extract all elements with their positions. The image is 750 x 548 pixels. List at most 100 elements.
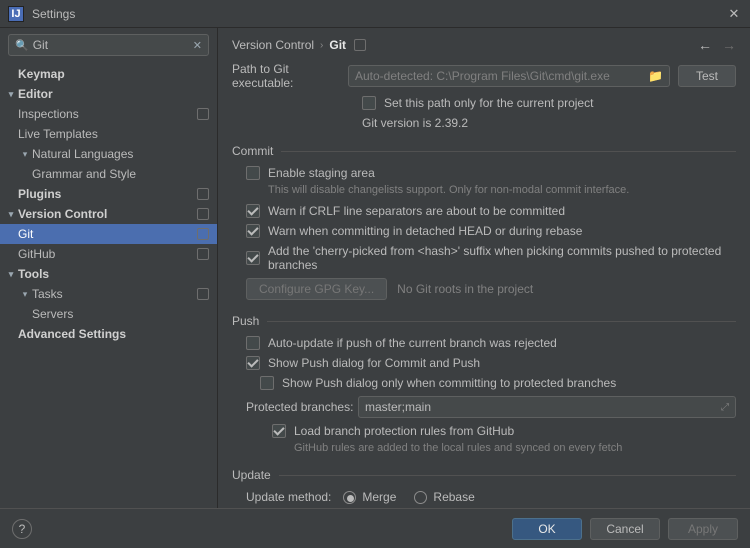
breadcrumb-parent[interactable]: Version Control — [232, 38, 314, 52]
tree-item-label: Advanced Settings — [18, 327, 209, 341]
title-bar: IJ Settings ✕ — [0, 0, 750, 28]
cherry-suffix-label: Add the 'cherry-picked from <hash>' suff… — [268, 244, 736, 272]
show-push-protected-checkbox[interactable] — [260, 376, 274, 390]
commit-section-header: Commit — [232, 144, 273, 158]
tree-item-advanced-settings[interactable]: Advanced Settings — [0, 324, 217, 344]
load-rules-label: Load branch protection rules from GitHub — [294, 424, 514, 438]
enable-staging-help: This will disable changelists support. O… — [232, 184, 736, 196]
configure-gpg-button[interactable]: Configure GPG Key... — [246, 278, 387, 300]
set-path-project-checkbox[interactable] — [362, 96, 376, 110]
settings-panel: Path to Git executable: Auto-detected: C… — [218, 62, 750, 508]
nav-back-icon[interactable]: ← — [698, 37, 712, 53]
tree-item-label: Inspections — [18, 107, 193, 121]
chevron-down-icon[interactable]: ▾ — [18, 289, 32, 300]
project-scope-icon — [197, 228, 209, 240]
tree-item-plugins[interactable]: Plugins — [0, 184, 217, 204]
warn-detached-checkbox[interactable] — [246, 224, 260, 238]
settings-sidebar: 🔍 ✕ Keymap▾EditorInspectionsLive Templat… — [0, 28, 218, 508]
tree-item-servers[interactable]: Servers — [0, 304, 217, 324]
clear-search-icon[interactable]: ✕ — [193, 39, 202, 52]
load-rules-checkbox[interactable] — [272, 424, 286, 438]
test-button[interactable]: Test — [678, 65, 736, 87]
protected-branches-input[interactable]: master;main ⤢ — [358, 396, 736, 418]
apply-button[interactable]: Apply — [668, 518, 738, 540]
tree-item-inspections[interactable]: Inspections — [0, 104, 217, 124]
search-icon: 🔍 — [15, 39, 29, 52]
cherry-suffix-checkbox[interactable] — [246, 251, 260, 265]
tree-item-label: Tools — [18, 267, 209, 281]
nav-forward-icon: → — [722, 37, 736, 53]
tree-item-label: GitHub — [18, 247, 193, 261]
dialog-footer: ? OK Cancel Apply — [0, 508, 750, 548]
tree-item-label: Plugins — [18, 187, 193, 201]
chevron-right-icon: › — [320, 40, 323, 51]
load-rules-help: GitHub rules are added to the local rule… — [232, 442, 736, 454]
project-scope-icon — [197, 108, 209, 120]
cancel-button[interactable]: Cancel — [590, 518, 660, 540]
show-push-protected-label: Show Push dialog only when committing to… — [282, 376, 616, 390]
update-section-header: Update — [232, 468, 271, 482]
no-git-roots-text: No Git roots in the project — [397, 282, 533, 296]
warn-crlf-checkbox[interactable] — [246, 204, 260, 218]
project-scope-icon — [197, 288, 209, 300]
tree-item-tasks[interactable]: ▾Tasks — [0, 284, 217, 304]
protected-branches-value: master;main — [365, 400, 431, 414]
update-rebase-radio[interactable] — [414, 491, 427, 504]
tree-item-git[interactable]: Git — [0, 224, 217, 244]
close-icon[interactable]: ✕ — [726, 6, 742, 22]
tree-item-label: Editor — [18, 87, 209, 101]
tree-item-live-templates[interactable]: Live Templates — [0, 124, 217, 144]
protected-branches-label: Protected branches: — [246, 400, 358, 414]
push-section-header: Push — [232, 314, 259, 328]
git-path-input[interactable]: Auto-detected: C:\Program Files\Git\cmd\… — [348, 65, 670, 87]
chevron-down-icon[interactable]: ▾ — [4, 89, 18, 100]
warn-detached-label: Warn when committing in detached HEAD or… — [268, 224, 582, 238]
tree-item-label: Version Control — [18, 207, 193, 221]
window-title: Settings — [32, 7, 726, 21]
tree-item-label: Natural Languages — [32, 147, 209, 161]
breadcrumb-current: Git — [329, 38, 346, 52]
project-scope-icon — [197, 208, 209, 220]
project-scope-icon — [197, 188, 209, 200]
tree-item-label: Keymap — [18, 67, 209, 81]
git-path-value: Auto-detected: C:\Program Files\Git\cmd\… — [355, 69, 610, 83]
set-path-project-label: Set this path only for the current proje… — [384, 96, 593, 110]
folder-icon[interactable]: 📁 — [648, 69, 663, 83]
git-version-text: Git version is 2.39.2 — [362, 116, 468, 130]
tree-item-label: Git — [18, 227, 193, 241]
show-push-dialog-checkbox[interactable] — [246, 356, 260, 370]
auto-update-checkbox[interactable] — [246, 336, 260, 350]
enable-staging-label: Enable staging area — [268, 166, 375, 180]
expand-icon[interactable]: ⤢ — [721, 402, 729, 413]
update-merge-radio[interactable] — [343, 491, 356, 504]
warn-crlf-label: Warn if CRLF line separators are about t… — [268, 204, 565, 218]
update-rebase-label: Rebase — [433, 490, 474, 504]
git-path-label: Path to Git executable: — [232, 62, 348, 90]
search-text[interactable] — [33, 38, 193, 52]
ok-button[interactable]: OK — [512, 518, 582, 540]
settings-tree: Keymap▾EditorInspectionsLive Templates▾N… — [0, 62, 217, 508]
tree-item-keymap[interactable]: Keymap — [0, 64, 217, 84]
tree-item-version-control[interactable]: ▾Version Control — [0, 204, 217, 224]
tree-item-label: Tasks — [32, 287, 193, 301]
chevron-down-icon[interactable]: ▾ — [4, 209, 18, 220]
auto-update-label: Auto-update if push of the current branc… — [268, 336, 557, 350]
project-scope-icon — [354, 39, 366, 51]
chevron-down-icon[interactable]: ▾ — [4, 269, 18, 280]
project-scope-icon — [197, 248, 209, 260]
search-input[interactable]: 🔍 ✕ — [8, 34, 209, 56]
chevron-down-icon[interactable]: ▾ — [18, 149, 32, 160]
tree-item-editor[interactable]: ▾Editor — [0, 84, 217, 104]
enable-staging-checkbox[interactable] — [246, 166, 260, 180]
tree-item-label: Servers — [32, 307, 209, 321]
show-push-dialog-label: Show Push dialog for Commit and Push — [268, 356, 480, 370]
tree-item-grammar-and-style[interactable]: Grammar and Style — [0, 164, 217, 184]
update-merge-label: Merge — [362, 490, 396, 504]
tree-item-label: Live Templates — [18, 127, 209, 141]
tree-item-github[interactable]: GitHub — [0, 244, 217, 264]
help-icon[interactable]: ? — [12, 519, 32, 539]
tree-item-natural-languages[interactable]: ▾Natural Languages — [0, 144, 217, 164]
tree-item-tools[interactable]: ▾Tools — [0, 264, 217, 284]
tree-item-label: Grammar and Style — [32, 167, 209, 181]
app-icon: IJ — [8, 6, 24, 22]
